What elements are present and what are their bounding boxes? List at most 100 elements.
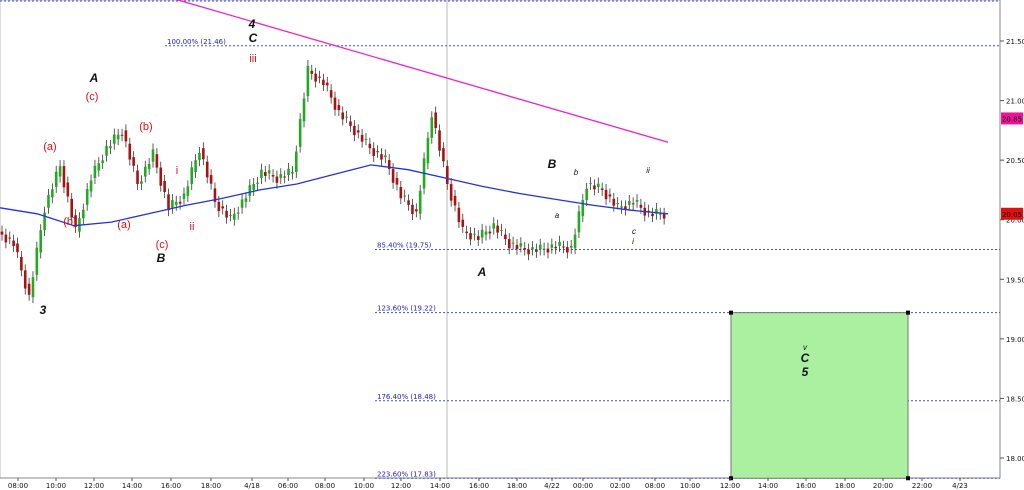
candle-body	[542, 248, 546, 250]
wave-label: A	[89, 71, 99, 85]
candle-body	[155, 154, 159, 168]
candle-body	[384, 155, 387, 158]
candle-body	[198, 152, 201, 161]
candle-body	[109, 146, 112, 149]
x-tick-label: 08:00	[8, 482, 28, 490]
candle-body	[275, 176, 279, 183]
candle-body	[449, 183, 453, 201]
candle-body	[368, 143, 372, 149]
candle-body	[395, 178, 399, 185]
candle-body	[167, 194, 170, 211]
candle-body	[233, 213, 236, 220]
candle-body	[190, 167, 194, 184]
candle-body	[306, 66, 310, 97]
wave-label: (b)	[139, 121, 152, 133]
candle-body	[612, 198, 616, 206]
wave-label: (c)	[156, 239, 169, 251]
candle-body	[569, 245, 573, 248]
candle-body	[62, 166, 66, 188]
candle-body	[604, 189, 608, 200]
candle-body	[341, 112, 345, 120]
candle-body	[27, 283, 31, 295]
candle-body	[333, 97, 337, 110]
candle-body	[35, 247, 39, 275]
candle-body	[51, 189, 54, 198]
candle-body	[504, 234, 507, 240]
candle-body	[47, 194, 50, 208]
candle-body	[550, 244, 554, 248]
wave-label: 4	[248, 17, 256, 31]
candle-body	[93, 165, 97, 179]
candle-body	[627, 200, 631, 205]
candle-body	[325, 82, 329, 86]
x-tick-label: 18:00	[835, 482, 855, 490]
candle-body	[523, 248, 527, 250]
x-tick-label: 20:00	[873, 482, 893, 490]
x-tick-label: 14:00	[122, 482, 142, 490]
candle-body	[600, 188, 604, 190]
candle-body	[531, 247, 534, 250]
candle-body	[136, 170, 139, 184]
candle-body	[442, 148, 445, 162]
candle-body	[360, 134, 364, 142]
candle-body	[593, 185, 596, 190]
wave-label: C	[249, 31, 258, 45]
fib-label: 85.40% (19.75)	[377, 242, 432, 250]
candle-body	[519, 243, 523, 247]
wave-label: i	[176, 165, 178, 177]
candle-body	[345, 116, 348, 118]
x-tick-label: 16:00	[796, 482, 816, 490]
chart: 100.00% (21.46) 85.40% (19.75) 123.60% (19…	[0, 0, 1024, 490]
candle-body	[453, 195, 457, 206]
candle-body	[89, 180, 93, 192]
candle-body	[252, 183, 255, 190]
candle-body	[39, 230, 43, 253]
candle-body	[566, 247, 569, 253]
candle-body	[97, 163, 101, 171]
candle-body	[8, 237, 12, 239]
candle-body	[20, 256, 23, 271]
candle-body	[12, 240, 15, 246]
candle-body	[597, 183, 600, 187]
candle-body	[16, 243, 19, 253]
target-box-label: C	[801, 351, 810, 365]
candle-body	[31, 277, 35, 298]
y-tick-label: 18.50	[1006, 395, 1024, 403]
candle-body	[221, 206, 225, 209]
candle-body	[434, 112, 437, 128]
candle-body	[159, 167, 163, 186]
candle-body	[445, 166, 449, 184]
candle-body	[264, 172, 267, 176]
wave-label: ii	[190, 221, 195, 233]
fib-label: 100.00% (21.46)	[167, 38, 226, 46]
candle-body	[639, 204, 643, 208]
x-tick-label: 12:00	[84, 482, 104, 490]
y-tick-label: 21.50	[1006, 38, 1024, 46]
candle-body	[589, 183, 592, 185]
chart-svg: 100.00% (21.46) 85.40% (19.75) 123.60% (19…	[0, 0, 1024, 490]
candle-body	[186, 186, 190, 196]
candle-body	[147, 164, 151, 170]
candle-body	[217, 201, 221, 212]
x-tick-label: 14:00	[758, 482, 778, 490]
candle-body	[132, 157, 135, 166]
candle-body	[337, 105, 341, 111]
x-tick-label: 10:00	[680, 482, 700, 490]
wave-label: (c)	[86, 91, 99, 103]
candle-body	[585, 188, 588, 201]
candle-body	[608, 194, 612, 197]
candle-body	[318, 76, 321, 78]
candle-body	[174, 201, 178, 205]
candle-body	[500, 229, 503, 231]
wave-label: iii	[249, 53, 256, 65]
wave-label: ii	[646, 166, 650, 175]
candle-body	[364, 138, 368, 140]
fib-label: 223.60% (17.83)	[377, 470, 436, 478]
candle-body	[82, 209, 85, 219]
candle-body	[403, 195, 406, 197]
wave-label: c	[632, 227, 636, 236]
candle-body	[101, 160, 104, 164]
candle-body	[163, 180, 166, 193]
candle-body	[356, 130, 360, 133]
candle-body	[616, 203, 619, 205]
